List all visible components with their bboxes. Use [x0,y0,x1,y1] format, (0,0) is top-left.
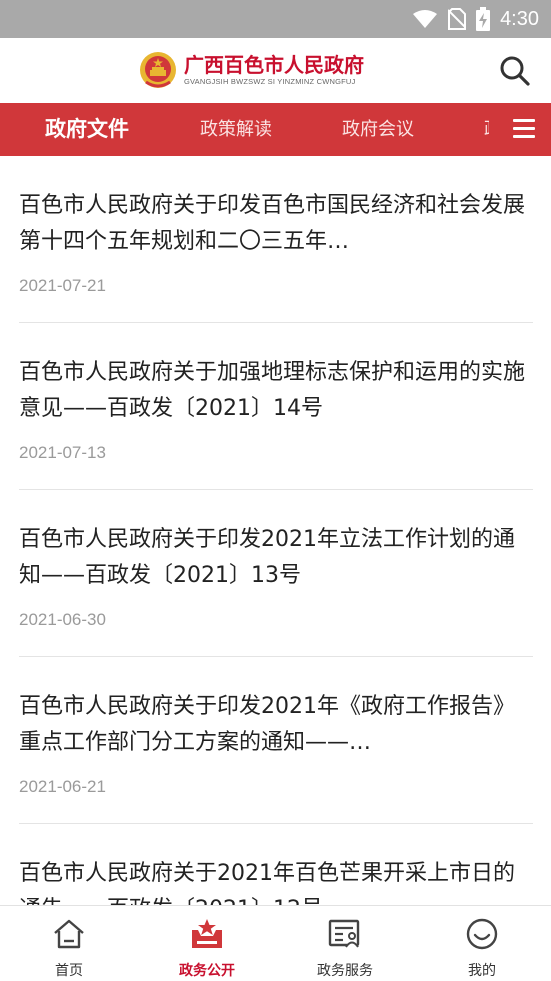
status-bar: 4:30 [0,0,551,38]
article-title: 百色市人民政府关于加强地理标志保护和运用的实施意见——百政发〔2021〕14号 [19,360,526,421]
government-affairs-icon [192,919,222,948]
article-title: 百色市人民政府关于印发百色市国民经济和社会发展第十四个五年规划和二〇三五年… [19,193,526,254]
list-item[interactable]: 百色市人民政府关于印发百色市国民经济和社会发展第十四个五年规划和二〇三五年… 2… [19,156,533,323]
bottom-nav: 首页 政务公开 政务服务 我的 [0,905,551,981]
nav-home-label: 首页 [55,963,83,979]
site-title: 广西百色市人民政府 [184,53,364,77]
site-subtitle: GVANGJSIH BWZSWZ SI YINZMINZ CWNGFUJ [184,77,356,86]
article-date: 2021-07-21 [19,276,106,295]
nav-mine[interactable]: 我的 [413,906,551,981]
nav-government-affairs[interactable]: 政务公开 [138,906,276,981]
nav-government-services[interactable]: 政务服务 [276,906,414,981]
article-date: 2021-06-21 [19,777,106,796]
article-list: 百色市人民政府关于印发百色市国民经济和社会发展第十四个五年规划和二〇三五年… 2… [0,156,551,905]
nav-home[interactable]: 首页 [0,906,138,981]
tab-menu-icon[interactable] [513,119,535,139]
no-sim-icon [448,8,467,30]
tab-policy-interpretation[interactable]: 政策解读 [200,103,272,156]
tab-government-documents[interactable]: 政府文件 [45,103,129,156]
article-title: 百色市人民政府关于印发2021年立法工作计划的通知——百政发〔2021〕13号 [19,527,515,588]
tab-government-meetings[interactable]: 政府会议 [342,103,414,156]
app-header: 广西百色市人民政府 GVANGJSIH BWZSWZ SI YINZMINZ C… [0,38,551,103]
service-card-icon [328,919,360,948]
status-time: 4:30 [500,7,539,30]
nav-government-affairs-label: 政务公开 [179,963,235,979]
battery-charging-icon [476,7,491,31]
list-item[interactable]: 百色市人民政府关于2021年百色芒果开采上市日的通告——百政发〔2021〕12号 [19,824,533,905]
category-tab-bar: 政府文件 政策解读 政府会议 政 [0,103,551,156]
list-item[interactable]: 百色市人民政府关于印发2021年立法工作计划的通知——百政发〔2021〕13号 … [19,490,533,657]
site-logo[interactable]: 广西百色市人民政府 GVANGJSIH BWZSWZ SI YINZMINZ C… [138,50,364,90]
status-icons: 4:30 [412,6,539,32]
home-icon [54,919,84,949]
wifi-icon [413,10,438,28]
nav-mine-label: 我的 [468,963,496,979]
article-title: 百色市人民政府关于印发2021年《政府工作报告》重点工作部门分工方案的通知——… [19,694,515,755]
list-item[interactable]: 百色市人民政府关于印发2021年《政府工作报告》重点工作部门分工方案的通知——…… [19,657,533,824]
article-date: 2021-07-13 [19,443,106,462]
article-title: 百色市人民政府关于2021年百色芒果开采上市日的通告——百政发〔2021〕12号 [19,861,515,905]
search-icon[interactable] [497,53,533,89]
list-item[interactable]: 百色市人民政府关于加强地理标志保护和运用的实施意见——百政发〔2021〕14号 … [19,323,533,490]
smiley-icon [466,918,498,950]
article-date: 2021-06-30 [19,610,106,629]
nav-government-services-label: 政务服务 [317,963,373,979]
national-emblem-icon [140,52,176,88]
